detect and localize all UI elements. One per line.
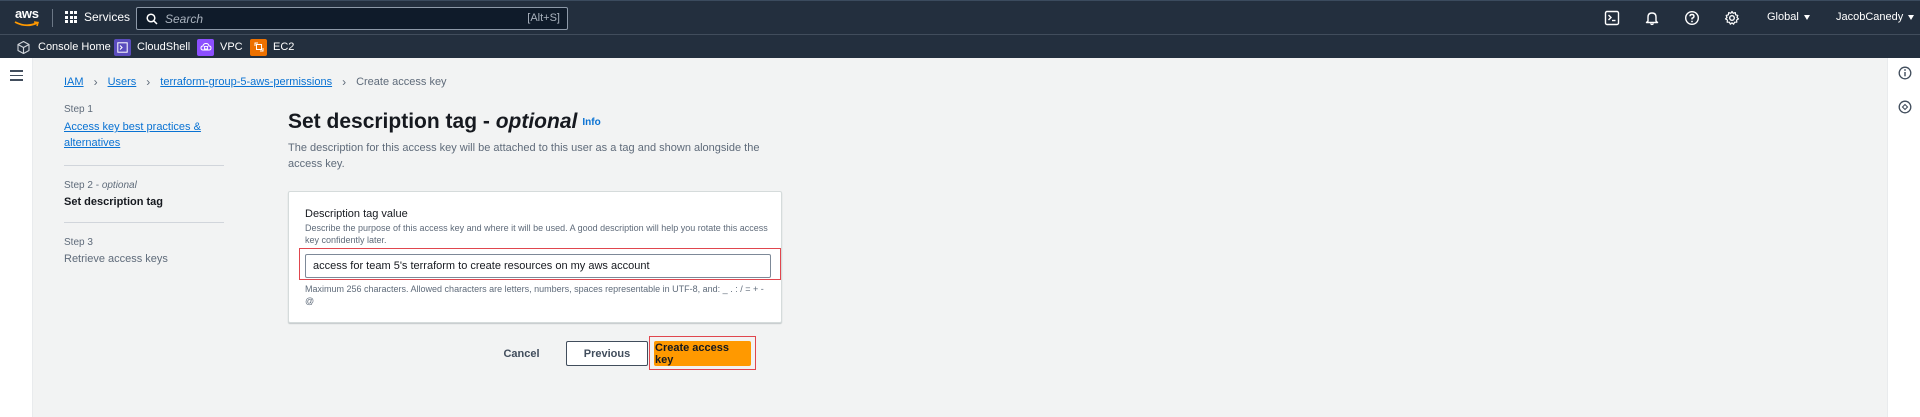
- services-grid-icon: [65, 11, 77, 23]
- step-divider: [64, 222, 224, 223]
- description-tag-panel: Description tag value Describe the purpo…: [288, 191, 782, 323]
- favorite-label: CloudShell: [137, 41, 191, 53]
- search-box[interactable]: [Alt+S]: [136, 7, 568, 30]
- chevron-right-icon: ›: [93, 75, 98, 89]
- aws-logo[interactable]: aws: [14, 6, 42, 30]
- chevron-right-icon: ›: [342, 75, 347, 89]
- account-menu[interactable]: JacobCanedy: [1836, 11, 1915, 23]
- services-label: Services: [84, 10, 131, 24]
- step-1-link[interactable]: Access key best practices & alternatives: [64, 119, 224, 151]
- description-tag-help-text: Describe the purpose of this access key …: [305, 223, 768, 245]
- favorite-label: VPC: [220, 41, 243, 53]
- description-tag-label: Description tag value: [305, 208, 408, 220]
- create-access-key-button[interactable]: Create access key: [654, 341, 751, 366]
- breadcrumb-iam[interactable]: IAM: [64, 76, 84, 88]
- page-title: Set description tag - optional Info: [288, 110, 601, 133]
- aws-logo-text: aws: [15, 6, 39, 21]
- cancel-button[interactable]: Cancel: [494, 341, 549, 366]
- right-rail: [1887, 58, 1920, 417]
- chevron-right-icon: ›: [146, 75, 151, 89]
- step-3-label: Step 3: [64, 237, 93, 248]
- step-3-title: Retrieve access keys: [64, 253, 168, 265]
- step-1-label: Step 1: [64, 104, 93, 115]
- info-panel-icon[interactable]: [1898, 66, 1912, 80]
- description-tag-input[interactable]: [305, 254, 771, 278]
- main-content: IAM › Users › terraform-group-5-aws-perm…: [33, 58, 1887, 417]
- search-shortcut-hint: [Alt+S]: [527, 12, 560, 24]
- left-rail: [0, 58, 33, 417]
- cloudshell-icon: [114, 38, 131, 56]
- character-constraint-text: Maximum 256 characters. Allowed characte…: [305, 284, 764, 306]
- favorite-vpc[interactable]: VPC: [197, 37, 243, 57]
- previous-button[interactable]: Previous: [566, 341, 648, 366]
- page-description: The description for this access key will…: [288, 142, 760, 170]
- region-label: Global: [1767, 11, 1799, 23]
- step-2-title: Set description tag: [64, 196, 164, 208]
- chevron-down-icon: [1908, 14, 1915, 20]
- breadcrumb-current: Create access key: [356, 76, 447, 88]
- region-selector[interactable]: Global: [1767, 11, 1810, 23]
- nav-divider: [52, 9, 53, 27]
- step-2-label: Step 2 - optional: [64, 180, 137, 191]
- search-icon: [146, 13, 158, 25]
- search-input[interactable]: [165, 11, 465, 27]
- vpc-icon: [197, 38, 214, 56]
- console-home-icon: [15, 39, 32, 56]
- chevron-down-icon: [1803, 14, 1810, 20]
- services-menu[interactable]: Services: [65, 10, 130, 24]
- favorite-label: Console Home: [38, 41, 111, 53]
- favorite-console-home[interactable]: Console Home: [15, 37, 111, 57]
- help-icon[interactable]: [1684, 10, 1700, 26]
- account-label: JacobCanedy: [1836, 11, 1904, 23]
- step-divider: [64, 165, 224, 166]
- settings-gear-icon[interactable]: [1724, 10, 1740, 26]
- favorite-label: EC2: [273, 41, 295, 53]
- cloudshell-icon[interactable]: [1604, 10, 1620, 26]
- breadcrumb-user[interactable]: terraform-group-5-aws-permissions: [160, 76, 332, 88]
- aws-smile-icon: [14, 21, 39, 27]
- top-navigation: aws Services [Alt+S] G: [0, 0, 1920, 34]
- wizard-navigation: Step 1 Access key best practices & alter…: [64, 104, 224, 265]
- favorite-ec2[interactable]: EC2: [250, 37, 294, 57]
- ec2-icon: [250, 38, 267, 56]
- favorite-cloudshell[interactable]: CloudShell: [114, 37, 190, 57]
- help-panel-icon[interactable]: [1898, 100, 1912, 114]
- breadcrumb-users[interactable]: Users: [108, 76, 137, 88]
- info-link[interactable]: Info: [582, 117, 600, 128]
- favorites-bar: Console Home CloudShell VPC EC2: [0, 34, 1920, 58]
- hamburger-menu-icon[interactable]: [10, 70, 23, 84]
- breadcrumb: IAM › Users › terraform-group-5-aws-perm…: [64, 75, 447, 89]
- notifications-bell-icon[interactable]: [1644, 10, 1660, 26]
